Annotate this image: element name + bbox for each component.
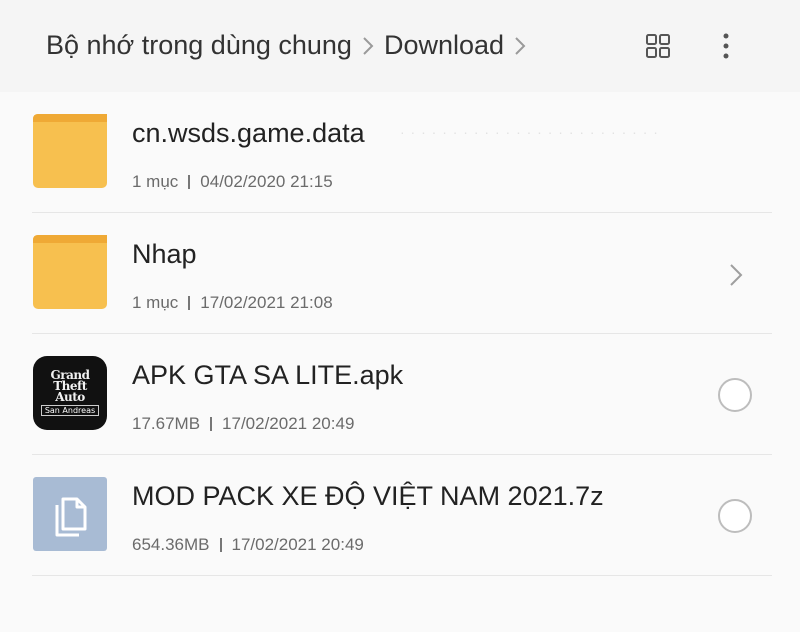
list-item[interactable]: Nhap 1 mục 17/02/2021 21:08 <box>0 213 800 334</box>
modified-date: 04/02/2020 21:15 <box>200 172 333 191</box>
file-meta: 1 mục 04/02/2020 21:15 <box>132 172 333 192</box>
header-bar: Bộ nhớ trong dùng chung Download <box>0 0 800 92</box>
modified-date: 17/02/2021 21:08 <box>200 293 333 312</box>
breadcrumb: Bộ nhớ trong dùng chung Download <box>46 30 536 61</box>
document-icon <box>33 477 107 551</box>
list-item[interactable]: Grand Theft Auto San Andreas APK GTA SA … <box>0 334 800 455</box>
file-meta: 17.67MB 17/02/2021 20:49 <box>132 414 354 434</box>
meta-divider <box>188 296 191 310</box>
logo-line: Auto <box>55 390 85 404</box>
file-name: MOD PACK XE ĐỘ VIỆT NAM 2021.7z <box>132 481 604 511</box>
more-vertical-icon[interactable] <box>710 30 742 62</box>
file-list: cn.wsds.game.data · · · · · · · · · · · … <box>0 92 800 576</box>
modified-date: 17/02/2021 20:49 <box>231 535 364 554</box>
select-checkbox[interactable] <box>718 499 752 533</box>
grid-view-icon[interactable] <box>642 30 674 62</box>
modified-date: 17/02/2021 20:49 <box>222 414 355 433</box>
breadcrumb-item-download[interactable]: Download <box>384 30 504 61</box>
list-item[interactable]: MOD PACK XE ĐỘ VIỆT NAM 2021.7z 654.36MB… <box>0 455 800 576</box>
meta-divider <box>219 538 222 552</box>
faint-overlay-text: · · · · · · · · · · · · · · · · · · · · … <box>400 124 659 140</box>
folder-icon <box>33 235 107 309</box>
item-count: 1 mục <box>132 172 179 191</box>
meta-divider <box>210 417 213 431</box>
file-name: cn.wsds.game.data <box>132 118 365 148</box>
gta-app-icon: Grand Theft Auto San Andreas <box>33 356 107 430</box>
file-manager-screen: Bộ nhớ trong dùng chung Download cn.wsds… <box>0 0 800 632</box>
file-name: Nhap <box>132 239 197 269</box>
logo-sub: San Andreas <box>40 405 100 416</box>
list-item[interactable]: cn.wsds.game.data · · · · · · · · · · · … <box>0 92 800 213</box>
file-size: 654.36MB <box>132 535 210 554</box>
breadcrumb-item-internal-storage[interactable]: Bộ nhớ trong dùng chung <box>46 30 352 61</box>
file-meta: 1 mục 17/02/2021 21:08 <box>132 293 333 313</box>
chevron-right-icon <box>356 32 380 60</box>
file-size: 17.67MB <box>132 414 201 433</box>
chevron-right-icon <box>508 32 532 60</box>
item-count: 1 mục <box>132 293 179 312</box>
file-meta: 654.36MB 17/02/2021 20:49 <box>132 535 364 555</box>
meta-divider <box>188 175 191 189</box>
folder-icon <box>33 114 107 188</box>
chevron-right-icon[interactable] <box>726 261 746 289</box>
select-checkbox[interactable] <box>718 378 752 412</box>
file-name: APK GTA SA LITE.apk <box>132 360 404 390</box>
